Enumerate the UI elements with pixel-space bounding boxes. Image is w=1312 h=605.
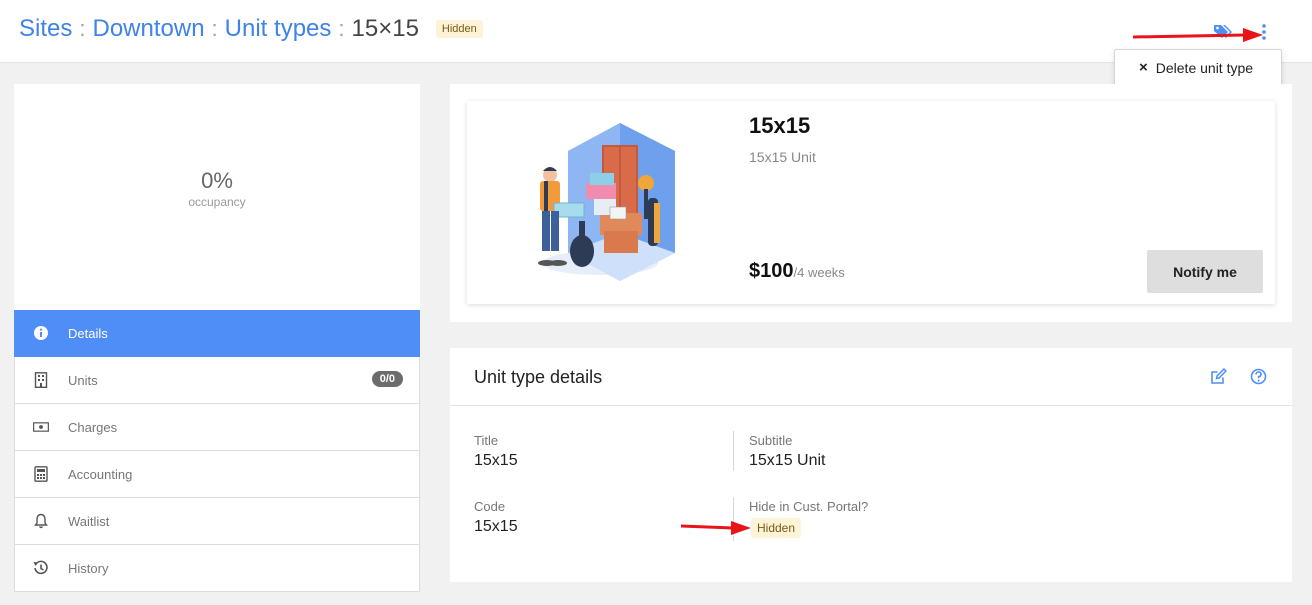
sidebar-item-label: Charges: [68, 419, 118, 435]
notify-me-button[interactable]: Notify me: [1147, 250, 1263, 293]
edit-icon[interactable]: [1210, 368, 1227, 385]
breadcrumb: Sites : Downtown : Unit types : 15×15 Hi…: [19, 14, 483, 44]
sidebar-item-waitlist[interactable]: Waitlist: [14, 498, 420, 545]
subtitle-field-label: Subtitle: [749, 433, 793, 448]
occupancy-card: 0% occupancy: [14, 84, 420, 311]
sidebar-item-details[interactable]: Details: [14, 310, 420, 357]
occupancy-label: occupancy: [188, 195, 246, 209]
breadcrumb-sites[interactable]: Sites: [19, 14, 72, 44]
hide-in-portal-label: Hide in Cust. Portal?: [749, 499, 869, 514]
calculator-icon: [33, 466, 49, 482]
sidebar-item-label: History: [68, 560, 109, 576]
page-title: 15×15: [351, 15, 419, 42]
breadcrumb-separator: :: [338, 16, 345, 41]
price-amount: $100: [749, 260, 794, 282]
money-icon: [33, 419, 49, 435]
title-field-label: Title: [474, 433, 499, 448]
units-count-badge: 0/0: [371, 371, 403, 387]
help-icon[interactable]: [1250, 368, 1267, 385]
breadcrumb-unit-types[interactable]: Unit types: [225, 14, 332, 44]
breadcrumb-separator: :: [211, 16, 218, 41]
unit-type-title: 15x15: [749, 113, 811, 138]
sidebar-menu: Details Units 0/0 Charges Accounting Wai…: [14, 310, 420, 592]
annotation-arrow: [1133, 28, 1263, 42]
delete-unit-type-menu-item[interactable]: × Delete unit type: [1114, 49, 1282, 86]
sidebar-item-label: Accounting: [68, 466, 133, 482]
sidebar-item-charges[interactable]: Charges: [14, 404, 420, 451]
code-field-value: 15x15: [474, 518, 518, 535]
unit-type-subtitle: 15x15 Unit: [749, 149, 816, 165]
status-badge: Hidden: [435, 20, 483, 38]
sidebar-item-label: Waitlist: [68, 513, 110, 529]
bell-icon: [33, 513, 49, 529]
code-field-label: Code: [474, 499, 506, 514]
breadcrumb-downtown[interactable]: Downtown: [92, 14, 204, 44]
hide-in-portal-badge: Hidden: [751, 518, 802, 538]
sidebar-item-accounting[interactable]: Accounting: [14, 451, 420, 498]
sidebar-item-history[interactable]: History: [14, 545, 420, 592]
unit-type-details-card: Unit type details: [450, 348, 1292, 582]
price-period: /4 weeks: [793, 265, 845, 280]
sidebar-item-label: Details: [68, 325, 108, 341]
details-card-title: Unit type details: [474, 367, 603, 387]
subtitle-field-value: 15x15 Unit: [749, 452, 826, 469]
unit-price: $100/4 weeks: [749, 260, 845, 283]
history-icon: [33, 560, 49, 576]
occupancy-value: 0%: [201, 168, 233, 193]
title-field-value: 15x15: [474, 452, 518, 469]
delete-unit-type-label: Delete unit type: [1155, 59, 1254, 76]
building-icon: [33, 372, 49, 388]
close-icon: ×: [1139, 59, 1148, 76]
breadcrumb-separator: :: [79, 16, 86, 41]
storage-unit-illustration: [538, 123, 675, 281]
details-card-header: Unit type details: [450, 348, 1292, 406]
sidebar-item-label: Units: [68, 372, 98, 388]
annotation-arrow: [681, 521, 751, 535]
column-divider: [733, 431, 734, 471]
sidebar-item-units[interactable]: Units 0/0: [14, 357, 420, 404]
info-icon: [33, 325, 49, 341]
